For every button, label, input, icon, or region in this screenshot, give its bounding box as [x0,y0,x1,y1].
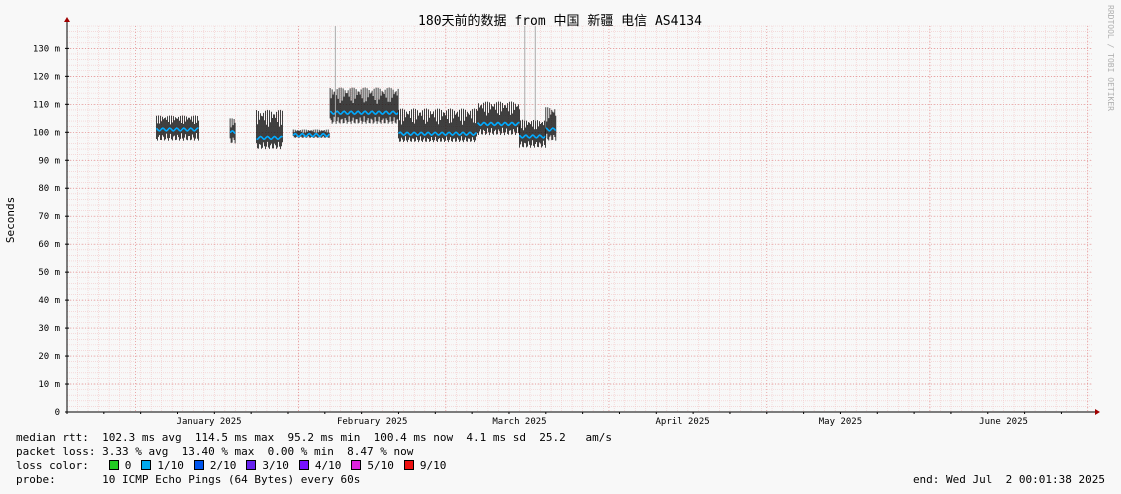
chart-title: 180天前的数据 from 中国 新疆 电信 AS4134 [418,13,702,29]
x-axis-arrow [1095,409,1100,415]
data-segment [292,129,330,138]
smoke-band [398,108,477,143]
watermark: RRDTOOL / TOBI OETIKER [1106,5,1115,111]
data-segment [229,118,236,144]
packet-loss-values: 3.33 % avg 13.40 % max 0.00 % min 8.47 %… [102,445,414,458]
x-tick-label: April 2025 [656,417,710,427]
loss-color-swatch [141,460,152,470]
median-rtt-values: 102.3 ms avg 114.5 ms max 95.2 ms min 10… [102,431,613,444]
loss-color-swatch [193,460,204,470]
loss-color-label-text: 1/10 [157,459,184,472]
loss-color-swatch [246,460,257,470]
x-tick-label: February 2025 [337,417,407,427]
loss-color-item: 9/10 [403,459,447,472]
y-tick-label: 70 m [38,212,60,222]
loss-color-label-text: 4/10 [314,459,342,472]
y-tick-label: 90 m [38,156,60,166]
y-tick-label: 100 m [33,128,60,138]
smokeping-chart: 0 10 m 20 m 30 m 40 m 50 m 60 m 70 m 80 m 90 m 100… [4,5,1115,427]
loss-color-label-text: 2/10 [209,459,237,472]
y-tick-label: 110 m [33,100,60,110]
y-tick-label: 10 m [38,380,60,390]
smoke-band [255,109,283,150]
loss-color-item: 4/10 [298,459,342,472]
y-axis-arrow [64,17,70,22]
probe-value: 10 ICMP Echo Pings (64 Bytes) every 60s [102,473,361,486]
y-tick-label: 60 m [38,240,60,250]
y-tick-label: 80 m [38,184,60,194]
loss-color-label-text: 3/10 [262,459,289,472]
data-segment [155,115,199,141]
loss-color-swatch [108,460,119,470]
packet-loss-label: packet loss: [16,445,96,458]
stats-median-rtt-row: median rtt: 102.3 ms avg 114.5 ms max 95… [16,431,612,445]
stats-loss-color-row: loss color: 0 1/10 2/10 3/10 4/10 5/10 9/10 [16,459,456,473]
probe-label: probe: [16,473,56,486]
loss-color-label-text: 9/10 [419,459,447,472]
loss-color-label-text: 5/10 [367,459,394,472]
loss-color-label: loss color: [16,459,89,472]
loss-color-swatch [298,460,309,470]
stats-packet-loss-row: packet loss: 3.33 % avg 13.40 % max 0.00… [16,445,413,459]
y-tick-label: 0 [55,408,60,418]
x-tick-label: June 2025 [979,417,1028,427]
loss-color-swatch [403,460,414,470]
loss-color-item: 2/10 [193,459,237,472]
y-tick-label: 120 m [33,72,60,82]
x-tick-label: January 2025 [177,417,242,427]
data-segment [397,108,478,143]
chart-grid [66,25,1093,413]
y-axis-label: Seconds [4,197,17,243]
loss-color-item: 0 [108,459,132,472]
x-tick-label: May 2025 [819,417,862,427]
y-axis-tick-labels: 0 10 m 20 m 30 m 40 m 50 m 60 m 70 m 80 m 90 m 100… [33,44,60,418]
loss-color-legend: 0 1/10 2/10 3/10 4/10 5/10 9/10 [108,459,457,472]
loss-color-label-text: 0 [124,459,132,472]
y-tick-label: 30 m [38,324,60,334]
loss-color-item: 5/10 [351,459,394,472]
end-time: end: Wed Jul 2 00:01:38 2025 [912,473,1105,486]
x-axis-tick-labels: January 2025 February 2025 March 2025 April… [177,417,1028,427]
y-tick-label: 20 m [38,352,60,362]
stats-probe-row: probe: 10 ICMP Echo Pings (64 Bytes) eve… [16,473,360,487]
y-tick-label: 130 m [33,44,60,54]
loss-color-item: 1/10 [141,459,184,472]
median-rtt-label: median rtt: [16,431,89,444]
data-segment [255,109,283,150]
data-segment [518,119,547,148]
loss-color-swatch [351,460,362,470]
y-tick-label: 50 m [38,268,60,278]
smoke-band [519,119,546,148]
y-tick-label: 40 m [38,296,60,306]
x-tick-label: March 2025 [492,417,546,427]
loss-color-item: 3/10 [246,459,289,472]
